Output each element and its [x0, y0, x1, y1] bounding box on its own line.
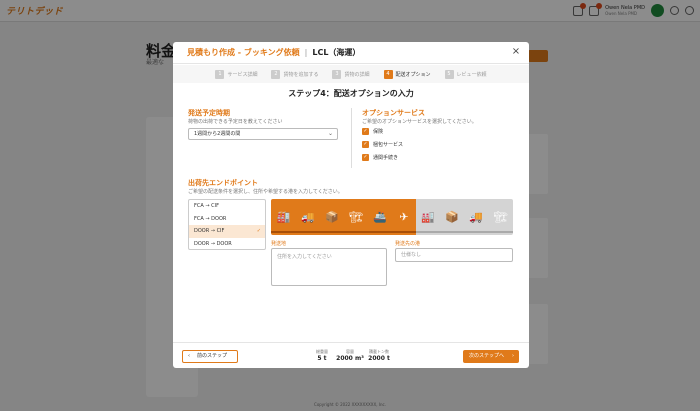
step-number: 5 [444, 69, 454, 79]
plane-icon: ✈ [399, 210, 409, 224]
option-packing[interactable]: ✓ 梱包サービス [362, 141, 403, 148]
stepper: 1 サービス詳細 2 貨物を追加する 3 貨物の詳細 4 配送オプション 5 レ… [173, 65, 529, 83]
origin-address-input[interactable]: 住所を入力してください [271, 248, 387, 286]
title-separator: | [304, 48, 308, 57]
back-button-label: 前のステップ [197, 353, 228, 359]
factory-icon: 🏭 [421, 210, 435, 224]
chevron-right-icon: › [512, 353, 514, 359]
step-4[interactable]: 4 配送オプション [383, 69, 431, 79]
process-bar [368, 231, 392, 233]
step-number: 2 [271, 69, 281, 79]
checkbox-label: 保険 [373, 129, 384, 135]
summary-revenue-ton: 積載トン数 2000 t [362, 349, 396, 362]
shipping-period-select[interactable]: 1週間から2週間の間 ⌄ [188, 128, 338, 140]
list-item[interactable]: FCA → DOOR [189, 213, 265, 226]
process-bar [464, 231, 488, 233]
chevron-left-icon: ‹ [188, 353, 190, 359]
step-label: 貨物を追加する [283, 71, 319, 78]
factory-icon: 🏭 [276, 210, 291, 224]
step-heading: ステップ4：配送オプションの入力 [288, 89, 414, 98]
destination-port-input[interactable]: 仕様なし [395, 248, 513, 262]
option-service-title: オプションサービス [362, 109, 425, 117]
checkbox-packing[interactable]: ✓ [362, 141, 369, 148]
ship-icon: 🚢 [373, 210, 387, 224]
select-value: 1週間から2週間の間 [194, 131, 241, 137]
step-3[interactable]: 3 貨物の詳細 [332, 69, 370, 79]
process-bar [440, 231, 464, 233]
next-button-label: 次のステップへ [469, 353, 505, 359]
booking-modal: 見積もり作成 - ブッキング依頼 | LCL（海運） × 1 サービス詳細 2 … [173, 42, 529, 368]
transport-mode: LCL（海運） [312, 48, 361, 57]
next-button[interactable]: 次のステップへ › [463, 350, 519, 363]
process-bar [392, 231, 416, 233]
process-cell: 🏗 [488, 199, 513, 235]
shipping-period-desc: 荷物の出荷できる予定日を教えてください [188, 119, 283, 125]
endpoint-desc: ご希望の配送条件を選択し、住所や希望する港を入力してください。 [188, 189, 343, 195]
step-1[interactable]: 1 サービス詳細 [215, 69, 258, 79]
summary-value: 2000 t [368, 355, 390, 362]
modal-footer: ‹ 前のステップ 総重量 5 t 容量 2000 m³ 積載トン数 2000 t… [173, 342, 529, 368]
checkbox-customs[interactable]: ✓ [362, 154, 369, 161]
modal-header: 見積もり作成 - ブッキング依頼 | LCL（海運） × [173, 42, 529, 64]
process-bar [296, 231, 320, 233]
chevron-down-icon: ⌄ [327, 130, 333, 137]
process-cell: 📦 [440, 199, 464, 235]
package-icon: 📦 [325, 210, 339, 224]
modal-title: 見積もり作成 - ブッキング依頼 [187, 48, 300, 57]
check-icon: ✓ [256, 228, 261, 234]
crane-icon: 🏗 [349, 210, 363, 224]
process-bar [271, 231, 296, 233]
step-5[interactable]: 5 レビュー依頼 [444, 69, 487, 79]
list-item-label: DOOR → CIF [194, 228, 225, 234]
step-number: 1 [215, 69, 225, 79]
step-label: サービス詳細 [227, 71, 258, 78]
step-label: レビュー依頼 [456, 71, 487, 78]
process-bar [488, 231, 513, 233]
process-cell: 🏗 [344, 199, 368, 235]
process-cell: ✈ [392, 199, 416, 235]
checkbox-label: 通関手続き [373, 155, 399, 161]
process-cell: 📦 [320, 199, 344, 235]
list-item[interactable]: FCA → CIF [189, 200, 265, 213]
step-number: 4 [383, 69, 393, 79]
section-divider [351, 108, 352, 168]
process-bar [416, 231, 440, 233]
incoterm-list: FCA → CIF FCA → DOOR DOOR → CIF ✓ DOOR →… [188, 199, 266, 250]
option-insurance[interactable]: ✓ 保険 [362, 128, 383, 135]
step-number: 3 [332, 69, 342, 79]
step-label: 配送オプション [395, 71, 431, 78]
process-cell: 🚚 [464, 199, 488, 235]
list-item-selected[interactable]: DOOR → CIF ✓ [189, 225, 265, 238]
process-cell: 🏭 [416, 199, 440, 235]
shipping-period-title: 発送予定時期 [188, 109, 230, 117]
truck-icon: 🚚 [301, 210, 315, 224]
origin-label: 発送地 [271, 241, 287, 247]
step-2[interactable]: 2 貨物を追加する [271, 69, 319, 79]
checkbox-label: 梱包サービス [373, 142, 404, 148]
option-service-desc: ご希望のオプションサービスを選択してください。 [362, 119, 477, 125]
destination-label: 発送先の港 [395, 241, 421, 247]
package-icon: 📦 [445, 210, 459, 224]
process-cell: 🚢 [368, 199, 392, 235]
step-label: 貨物の詳細 [344, 71, 370, 78]
process-cell: 🏭 [271, 199, 296, 235]
back-button[interactable]: ‹ 前のステップ [182, 350, 238, 363]
list-item[interactable]: DOOR → DOOR [189, 238, 265, 251]
process-bar [320, 231, 344, 233]
process-cell: 🚚 [296, 199, 320, 235]
truck-icon: 🚚 [469, 210, 483, 224]
close-icon[interactable]: × [511, 47, 521, 57]
endpoint-title: 出荷先エンドポイント [188, 179, 258, 187]
process-bar [344, 231, 368, 233]
process-strip: 🏭 🚚 📦 🏗 🚢 ✈ 🏭 📦 🚚 🏗 [271, 199, 513, 235]
option-customs[interactable]: ✓ 通関手続き [362, 154, 398, 161]
crane-icon: 🏗 [493, 210, 508, 224]
checkbox-insurance[interactable]: ✓ [362, 128, 369, 135]
